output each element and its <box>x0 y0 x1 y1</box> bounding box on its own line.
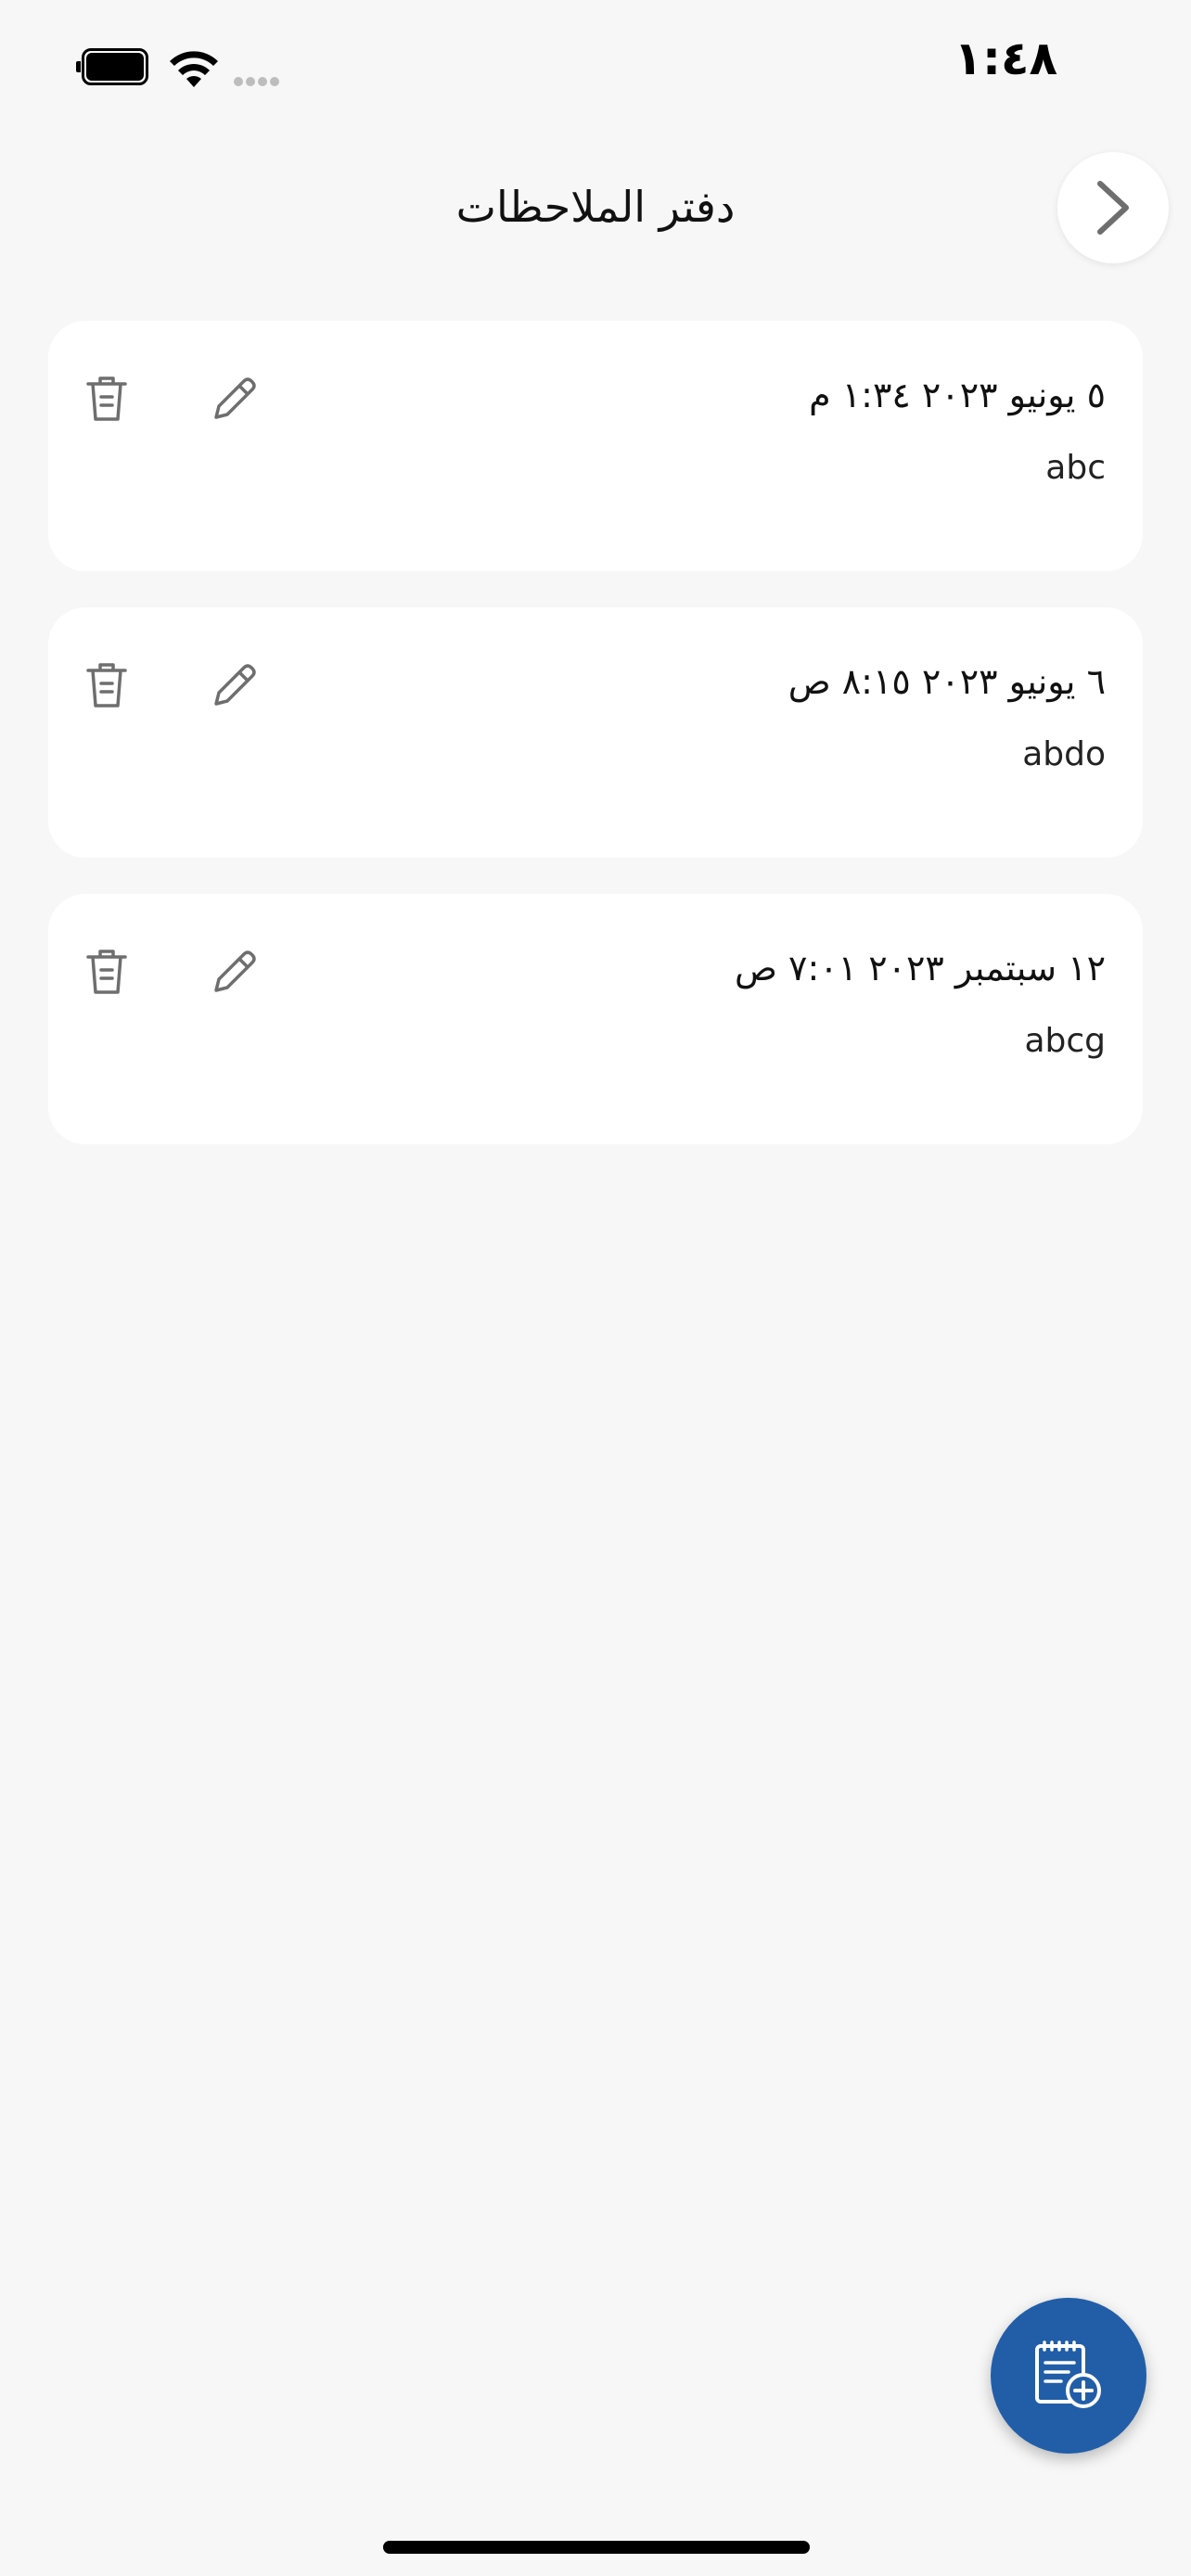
edit-note-button[interactable] <box>201 652 266 717</box>
trash-icon <box>86 663 127 708</box>
edit-note-button[interactable] <box>201 365 266 430</box>
note-card[interactable]: ٦ يونيو ٢٠٢٣ ٨:١٥ ص abdo <box>48 607 1143 858</box>
note-card[interactable]: ١٢ سبتمبر ٢٠٢٣ ٧:٠١ ص abcg <box>48 894 1143 1144</box>
trash-icon <box>86 376 127 421</box>
page-title: دفتر الملاحظات <box>455 182 736 232</box>
pencil-icon <box>214 377 256 419</box>
signal-icon <box>234 72 289 86</box>
delete-note-button[interactable] <box>74 938 139 1003</box>
note-card[interactable]: ٥ يونيو ٢٠٢٣ ١:٣٤ م abc <box>48 321 1143 571</box>
add-note-icon <box>1035 2340 1101 2408</box>
note-date: ١٢ سبتمبر ٢٠٢٣ ٧:٠١ ص <box>735 948 1106 988</box>
note-text: abcg <box>1024 1022 1106 1060</box>
wifi-icon <box>170 51 218 87</box>
add-note-button[interactable] <box>991 2298 1146 2454</box>
status-bar: ١:٤٨ <box>0 0 1191 130</box>
chevron-right-icon <box>1097 181 1129 235</box>
back-button[interactable] <box>1057 152 1169 263</box>
battery-icon <box>76 48 150 85</box>
pencil-icon <box>214 950 256 992</box>
header: دفتر الملاحظات <box>0 139 1191 278</box>
edit-note-button[interactable] <box>201 938 266 1003</box>
trash-icon <box>86 950 127 994</box>
note-date: ٦ يونيو ٢٠٢٣ ٨:١٥ ص <box>788 661 1106 702</box>
status-time: ١:٤٨ <box>954 32 1057 85</box>
note-text: abdo <box>1022 735 1106 773</box>
delete-note-button[interactable] <box>74 365 139 430</box>
delete-note-button[interactable] <box>74 652 139 717</box>
home-indicator[interactable] <box>383 2541 810 2554</box>
pencil-icon <box>214 664 256 706</box>
note-text: abc <box>1045 449 1106 487</box>
note-date: ٥ يونيو ٢٠٢٣ ١:٣٤ م <box>809 375 1106 415</box>
